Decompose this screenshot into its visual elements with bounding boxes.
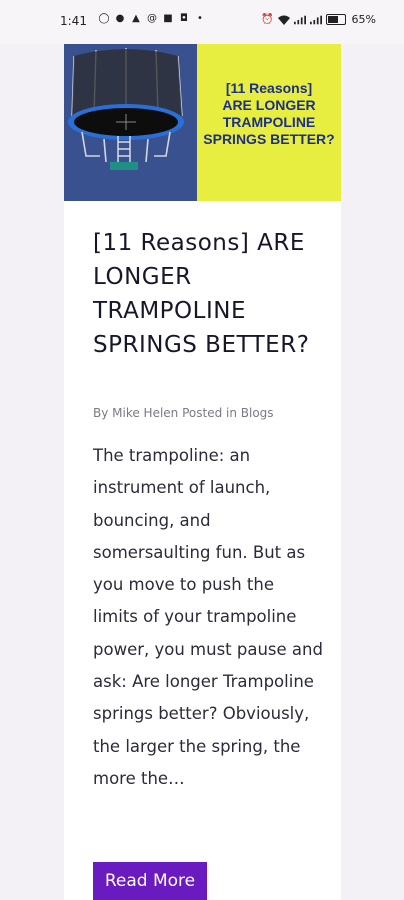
wifi-icon — [277, 14, 290, 26]
snapchat-icon: ▲ — [132, 13, 140, 24]
trampoline-image — [64, 44, 197, 201]
messenger-icon: ● — [115, 13, 125, 24]
post-title[interactable]: [11 Reasons] ARE LONGER TRAMPOLINE SPRIN… — [93, 226, 333, 362]
notification-icons: ◯ ● ▲ @ ■ ◘ • — [98, 13, 206, 25]
alarm-icon: ⏰ — [261, 13, 274, 25]
status-time: 1:41 — [60, 14, 87, 28]
banner-line: TRAMPOLINE — [222, 114, 316, 130]
banner-text: [11 Reasons] ARE LONGER TRAMPOLINE SPRIN… — [199, 80, 339, 148]
battery-percent: 65% — [351, 13, 376, 26]
status-bar: 1:41 ◯ ● ▲ @ ■ ◘ • ⏰ 65% — [0, 0, 404, 44]
threads-icon: @ — [147, 13, 157, 24]
whatsapp-icon: ◯ — [98, 13, 110, 24]
banner-line: [11 Reasons] — [225, 80, 313, 96]
battery-fill — [327, 16, 338, 23]
banner-panel: [11 Reasons] ARE LONGER TRAMPOLINE SPRIN… — [197, 44, 341, 201]
article-hero-image[interactable]: [11 Reasons] ARE LONGER TRAMPOLINE SPRIN… — [64, 44, 341, 201]
post-meta: By Mike Helen Posted in Blogs — [93, 406, 274, 420]
dot-icon: • — [197, 13, 203, 24]
trampoline-illustration — [68, 48, 184, 170]
instagram-icon: ◘ — [180, 13, 188, 24]
banner-line: SPRINGS BETTER? — [203, 131, 335, 147]
facebook-icon: ■ — [163, 13, 173, 24]
signal-icon — [309, 14, 322, 26]
read-more-button[interactable]: Read More — [93, 862, 207, 900]
battery-icon — [325, 14, 346, 25]
signal-icon — [293, 14, 306, 26]
banner-line: ARE LONGER — [222, 97, 316, 113]
post-excerpt: The trampoline: an instrument of launch,… — [93, 446, 323, 788]
system-icons: ⏰ 65% — [261, 13, 376, 26]
